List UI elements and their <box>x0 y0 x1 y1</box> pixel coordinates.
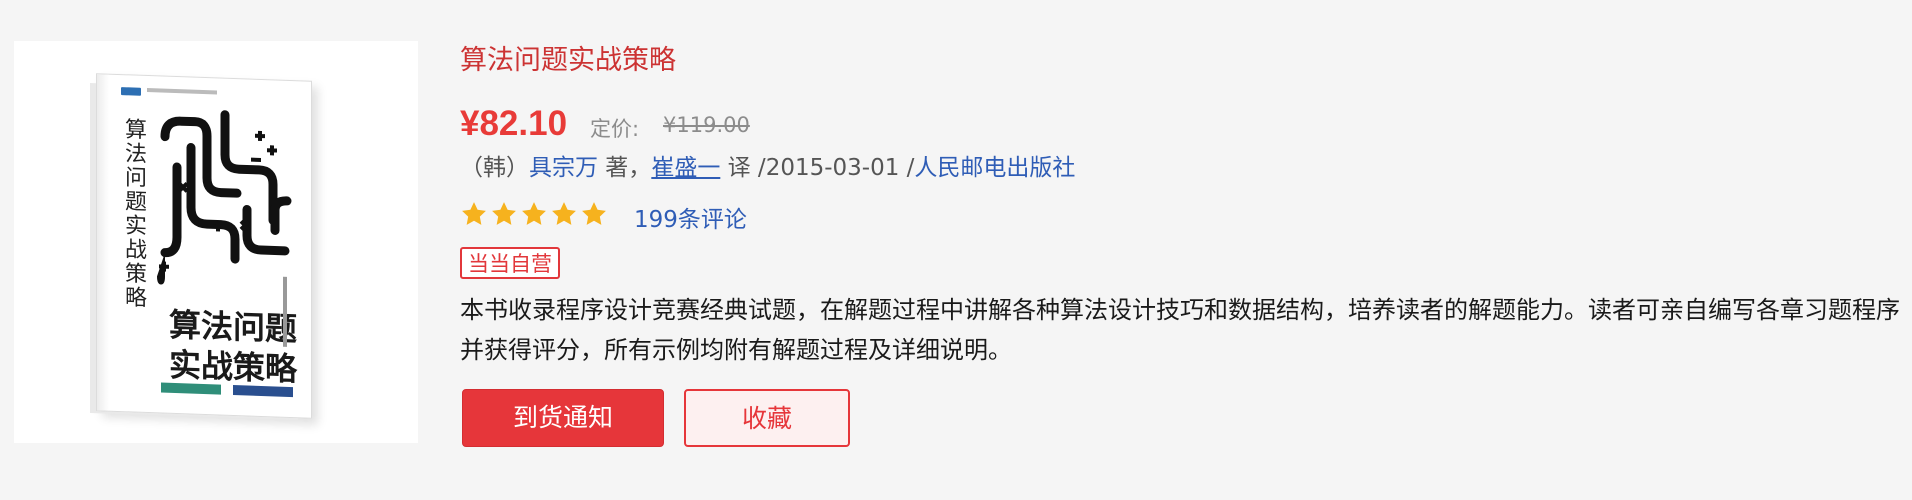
publisher-link[interactable]: 人民邮电出版社 <box>914 155 1075 181</box>
translator-role: 译 / <box>720 155 766 181</box>
cover-publisher-mark-1 <box>161 382 221 395</box>
author-info: （韩）具宗万 著，崔盛一 译 /2015-03-01 /人民邮电出版社 <box>460 152 1075 184</box>
book-cover: 算法问题实战策略 算法问题 实战策略 <box>96 73 312 419</box>
separator: / <box>899 155 915 181</box>
author-role: 著， <box>598 155 652 181</box>
list-price: ¥119.00 <box>663 113 750 137</box>
product-card: 算法问题实战策略 算法问题 实战策略 算法问题实战策略 ¥82.10 定价: ¥… <box>0 0 1912 486</box>
sale-price: ¥82.10 <box>460 104 568 143</box>
publish-date: 2015-03-01 <box>765 155 900 181</box>
cover-title-line1: 算法问题 <box>169 305 298 349</box>
series-line <box>147 88 217 95</box>
book-spine <box>97 74 109 411</box>
list-price-label: 定价: <box>590 117 640 141</box>
cover-publisher-mark-2 <box>233 385 293 398</box>
notify-button[interactable]: 到货通知 <box>462 389 664 447</box>
book-cover-image[interactable]: 算法问题实战策略 算法问题 实战策略 <box>14 41 418 443</box>
cover-title: 算法问题 实战策略 <box>169 305 297 389</box>
reviews-link[interactable]: 199条评论 <box>634 200 747 234</box>
cover-authors <box>283 276 287 347</box>
pipe-illustration <box>157 110 292 285</box>
star-icon <box>582 202 606 225</box>
star-icon <box>552 202 576 225</box>
star-icon <box>492 202 516 225</box>
self-operated-badge: 当当自营 <box>460 247 560 279</box>
star-icon <box>462 202 486 225</box>
publisher-logo <box>121 87 141 96</box>
translator-link[interactable]: 崔盛一 <box>651 155 720 181</box>
favorite-button[interactable]: 收藏 <box>684 389 850 447</box>
star-icon <box>522 202 546 225</box>
star-rating <box>460 198 608 230</box>
product-title-link[interactable]: 算法问题实战策略 <box>460 44 676 78</box>
author-link[interactable]: 具宗万 <box>529 155 598 181</box>
cover-vertical-title: 算法问题实战策略 <box>121 117 146 310</box>
product-description: 本书收录程序设计竞赛经典试题，在解题过程中讲解各种算法设计技巧和数据结构，培养读… <box>460 296 1900 364</box>
author-prefix: （韩） <box>460 155 529 181</box>
